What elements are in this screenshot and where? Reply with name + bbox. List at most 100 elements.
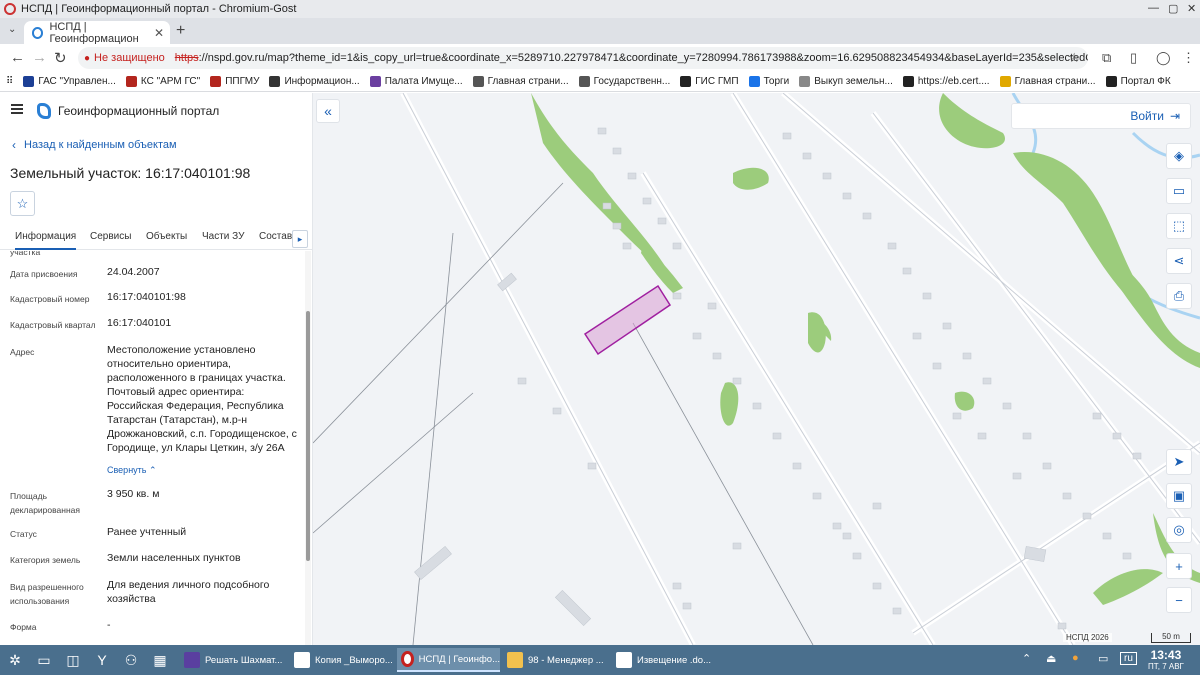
bookmark-favicon-icon <box>999 76 1011 87</box>
bookmark-label: https://eb.cert.... <box>917 76 990 87</box>
url-field[interactable]: ● Не защищено https://nspd.gov.ru/map?th… <box>78 47 1088 69</box>
back-icon[interactable]: ← <box>10 49 25 66</box>
close-tab-icon[interactable]: ✕ <box>154 26 164 40</box>
bookmark-favicon-icon <box>902 76 914 87</box>
bookmark-label: КС "АРМ ГС" <box>140 76 201 87</box>
bookmark-item[interactable]: Выкуп земельн... <box>799 76 893 87</box>
bookmark-item[interactable]: Торги <box>748 76 790 87</box>
browser-menu-icon[interactable]: ⋮ <box>1182 50 1195 66</box>
taskbar-task[interactable]: Копия _Выморо... <box>290 648 395 672</box>
reload-icon[interactable]: ↻ <box>54 49 67 67</box>
favorite-button[interactable]: ☆ <box>10 191 35 216</box>
bookmark-item[interactable]: ГИС ГМП <box>680 76 739 87</box>
window-title: НСПД | Геоинформационный портал - Chromi… <box>21 3 297 15</box>
extensions-icon[interactable]: ⧉ <box>1102 50 1111 66</box>
notification-icon[interactable]: ● <box>1072 652 1079 664</box>
tab-services[interactable]: Сервисы <box>90 231 131 242</box>
not-secure-indicator[interactable]: ● Не защищено <box>84 52 165 64</box>
language-indicator[interactable]: ru <box>1120 652 1137 665</box>
prop-value: Ранее учтенный <box>107 526 187 538</box>
browser-quick-icon[interactable]: ◫ <box>64 651 82 669</box>
tab-search-icon[interactable]: ⌄ <box>8 24 16 35</box>
start-menu-icon[interactable]: ✲ <box>6 651 24 669</box>
file-manager-icon[interactable]: ▭ <box>35 651 53 669</box>
login-button[interactable]: Войти ⇥ <box>1011 103 1191 129</box>
tab-composition[interactable]: Состав <box>259 231 292 242</box>
prop-label: Категория земель <box>10 555 81 565</box>
taskbar-task[interactable]: Извещение .do... <box>612 648 712 672</box>
green-area <box>954 391 975 411</box>
prop-value: Земли населенных пунктов <box>107 552 241 564</box>
bookmark-favicon-icon <box>269 76 281 87</box>
bookmark-item[interactable]: ГАС "Управлен... <box>23 76 116 87</box>
bookmark-item[interactable]: ППГМУ <box>210 76 259 87</box>
bookmark-item[interactable]: Главная страни... <box>472 76 569 87</box>
profile-icon[interactable]: ◯ <box>1156 50 1171 66</box>
minimap-button[interactable]: ▣ <box>1166 483 1192 509</box>
measure-button[interactable]: ▭ <box>1166 178 1192 204</box>
bookmark-label: Главная страни... <box>487 76 569 87</box>
tab-land-parts[interactable]: Части ЗУ <box>202 231 244 242</box>
apps-icon[interactable]: ⠿ <box>6 76 13 87</box>
bookmark-star-icon[interactable]: ☆ <box>1068 50 1080 66</box>
bookmark-favicon-icon <box>748 76 760 87</box>
minimize-icon[interactable]: — <box>1148 2 1159 14</box>
user-icon[interactable]: ⚇ <box>122 651 140 669</box>
browser-tab-nspd[interactable]: НСПД | Геоинформацион ✕ <box>24 21 170 45</box>
hamburger-menu-icon[interactable] <box>11 104 23 114</box>
taskbar-task-active[interactable]: НСПД | Геоинфо... <box>397 648 500 672</box>
bookmark-label: Портал ФК <box>1120 76 1171 87</box>
tray-expand-icon[interactable]: ⌃ <box>1022 652 1031 665</box>
yandex-browser-icon[interactable]: Y <box>93 651 111 669</box>
chevron-up-icon: ⌃ <box>149 465 157 475</box>
panel-scrollbar-thumb[interactable] <box>306 311 310 561</box>
bookmark-label: Выкуп земельн... <box>814 76 893 87</box>
battery-icon[interactable]: ▭ <box>1098 652 1108 665</box>
area-select-button[interactable]: ⬚ <box>1166 213 1192 239</box>
share-button[interactable]: ⋖ <box>1166 248 1192 274</box>
forward-icon[interactable]: → <box>32 49 47 66</box>
tabs-scroll-right-button[interactable]: ▸ <box>292 230 308 248</box>
panel-header: Геоинформационный портал <box>0 93 312 129</box>
bookmark-item[interactable]: Государственн... <box>578 76 670 87</box>
print-button[interactable]: ⎙ <box>1166 283 1192 309</box>
bookmark-item[interactable]: Портал ФК <box>1105 76 1171 87</box>
tab-information[interactable]: Информация <box>15 231 77 250</box>
prop-value: 16:17:040101:98 <box>107 291 186 303</box>
green-area <box>1093 569 1163 605</box>
target-icon: ◎ <box>1173 522 1185 537</box>
clock[interactable]: 13:43 ПТ, 7 АВГ <box>1148 648 1184 671</box>
taskbar-task[interactable]: 98 - Менеджер ... <box>503 648 608 672</box>
taskbar-task[interactable]: Решать Шахмат... <box>180 648 288 672</box>
zoom-in-button[interactable]: + <box>1166 553 1192 579</box>
collapse-panel-button[interactable]: « <box>316 99 340 123</box>
prop-value: 24.04.2007 <box>107 266 160 278</box>
bookmark-item[interactable]: Главная страни... <box>999 76 1096 87</box>
sidebar-icon[interactable]: ▯ <box>1130 50 1137 66</box>
new-tab-icon[interactable]: + <box>176 22 185 40</box>
layers-button[interactable]: ◈ <box>1166 143 1192 169</box>
selected-parcel[interactable] <box>583 284 672 356</box>
tab-objects[interactable]: Объекты <box>146 231 187 242</box>
usb-icon[interactable]: ⏏ <box>1046 652 1056 665</box>
collapse-link[interactable]: Свернуть ⌃ <box>107 465 157 476</box>
bookmark-item[interactable]: КС "АРМ ГС" <box>125 76 201 87</box>
geolocate-button[interactable]: ◎ <box>1166 517 1192 543</box>
chromium-task-icon <box>401 651 414 667</box>
close-window-icon[interactable]: ✕ <box>1187 2 1196 15</box>
panel-tabs: Информация Сервисы Объекты Части ЗУ Сост… <box>0 225 312 250</box>
bookmark-item[interactable]: https://eb.cert.... <box>902 76 990 87</box>
maximize-icon[interactable]: ▢ <box>1168 2 1178 15</box>
map-canvas[interactable]: « Войти ⇥ ◈ ▭ ⬚ ⋖ ⎙ ➤ ▣ ◎ + − НСПД 2026 … <box>313 93 1200 645</box>
back-to-results-link[interactable]: ‹ Назад к найденным объектам <box>12 138 177 152</box>
zoom-out-button[interactable]: − <box>1166 587 1192 613</box>
bookmark-item[interactable]: Палата Имуще... <box>369 76 463 87</box>
roads <box>400 93 1200 645</box>
bookmark-favicon-icon <box>125 76 137 87</box>
my-location-button[interactable]: ➤ <box>1166 449 1192 475</box>
address-bar: ← → ↻ ● Не защищено https://nspd.gov.ru/… <box>0 44 1200 72</box>
bookmark-label: Торги <box>763 76 790 87</box>
calendar-icon[interactable]: ▦ <box>151 651 169 669</box>
bookmark-item[interactable]: Информацион... <box>269 76 360 87</box>
prop-value: 16:17:040101 <box>107 317 172 329</box>
